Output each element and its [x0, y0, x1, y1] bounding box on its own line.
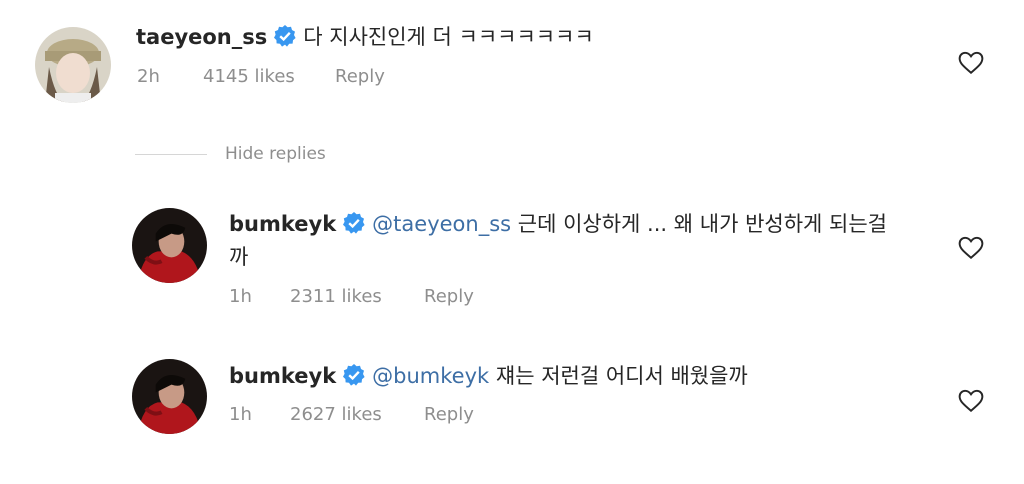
username[interactable]: taeyeon_ss [136, 25, 267, 49]
username[interactable]: bumkeyk [229, 364, 336, 388]
heart-outline-icon[interactable] [958, 389, 984, 413]
comment-likes[interactable]: 4145 likes [203, 66, 335, 87]
mention-link[interactable]: @bumkeyk [372, 364, 489, 388]
reply-button[interactable]: Reply [335, 66, 385, 87]
avatar[interactable] [132, 359, 207, 434]
avatar-image [35, 27, 111, 103]
reply-button[interactable]: Reply [424, 404, 474, 425]
avatar[interactable] [35, 27, 111, 103]
comment-text-continued: 까 [229, 245, 249, 269]
comment-likes[interactable]: 2627 likes [290, 404, 424, 425]
avatar-image [132, 208, 207, 283]
heart-outline-icon[interactable] [958, 236, 984, 260]
reply-button[interactable]: Reply [424, 286, 474, 307]
comment-text: 쟤는 저런걸 어디서 배웠을까 [495, 364, 748, 388]
comment-meta: 1h 2627 likes Reply [229, 404, 474, 425]
hide-replies-row[interactable]: Hide replies [135, 144, 326, 164]
comment-time: 1h [229, 286, 252, 307]
comment-text: 근데 이상하게 ... 왜 내가 반성하게 되는걸 [517, 212, 887, 236]
heart-outline-icon[interactable] [958, 51, 984, 75]
mention-link[interactable]: @taeyeon_ss [372, 212, 511, 236]
comment-line: bumkeyk @taeyeon_ss 근데 이상하게 ... 왜 내가 반성하게… [229, 210, 887, 238]
avatar-image [132, 359, 207, 434]
hide-replies-button[interactable]: Hide replies [225, 144, 326, 164]
comment-text: 다 지사진인게 더 ㅋㅋㅋㅋㅋㅋㅋ [303, 25, 594, 49]
verified-badge-icon [342, 211, 366, 235]
comment-time: 2h [137, 66, 160, 87]
username[interactable]: bumkeyk [229, 212, 336, 236]
comment-meta: 1h 2311 likes Reply [229, 286, 474, 307]
comment-line: bumkeyk @bumkeyk 쟤는 저런걸 어디서 배웠을까 [229, 362, 748, 390]
comment-line: taeyeon_ss 다 지사진인게 더 ㅋㅋㅋㅋㅋㅋㅋ [136, 23, 594, 51]
verified-badge-icon [273, 24, 297, 48]
comment-likes[interactable]: 2311 likes [290, 286, 424, 307]
comment-meta: 2h 4145 likes Reply [137, 66, 385, 87]
avatar[interactable] [132, 208, 207, 283]
divider-line [135, 153, 207, 155]
verified-badge-icon [342, 363, 366, 387]
comment-time: 1h [229, 404, 252, 425]
